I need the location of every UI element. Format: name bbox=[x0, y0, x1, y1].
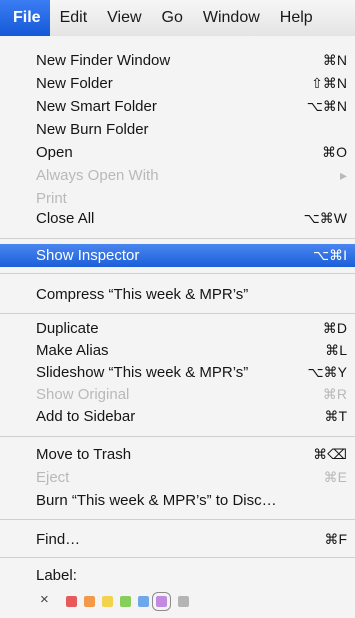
menu-item-shortcut: ⌘R bbox=[322, 386, 347, 402]
menu-item-new-smart-folder[interactable]: New Smart Folder ⌥⌘N bbox=[0, 95, 355, 118]
menu-item-shortcut: ⌘D bbox=[322, 320, 347, 336]
menu-item-label: New Burn Folder bbox=[36, 121, 149, 138]
menu-item-label: Add to Sidebar bbox=[36, 408, 136, 425]
menu-item-shortcut: ⌥⌘W bbox=[303, 210, 347, 226]
menu-item-shortcut: ⌘F bbox=[324, 531, 347, 547]
menu-item-new-folder[interactable]: New Folder ⇧⌘N bbox=[0, 72, 355, 95]
menu-go[interactable]: Go bbox=[152, 0, 193, 36]
menu-file[interactable]: File bbox=[0, 0, 50, 36]
menu-item-label: New Smart Folder bbox=[36, 98, 157, 115]
menu-help[interactable]: Help bbox=[270, 0, 323, 36]
file-menu-dropdown: New Finder Window ⌘N New Folder ⇧⌘N New … bbox=[0, 36, 355, 618]
menu-item-label: Show Inspector bbox=[36, 247, 140, 264]
menu-item-label: New Finder Window bbox=[36, 52, 171, 69]
menu-item-show-original: Show Original ⌘R bbox=[0, 383, 355, 406]
menu-item-open[interactable]: Open ⌘O bbox=[0, 141, 355, 164]
menu-item-label-header: Label: bbox=[0, 564, 355, 587]
menu-item-shortcut: ⌘N bbox=[322, 52, 347, 68]
menu-item-label: Compress “This week & MPR’s” bbox=[36, 286, 249, 303]
menu-item-make-alias[interactable]: Make Alias ⌘L bbox=[0, 339, 355, 362]
label-swatch-red[interactable] bbox=[66, 596, 77, 607]
label-swatch-blue[interactable] bbox=[138, 596, 149, 607]
menu-item-label: Make Alias bbox=[36, 342, 109, 359]
menu-item-shortcut: ⌥⌘N bbox=[306, 98, 347, 114]
submenu-arrow-icon: ▸ bbox=[339, 167, 347, 183]
label-swatch-yellow[interactable] bbox=[102, 596, 113, 607]
menu-item-shortcut: ⌘O bbox=[322, 144, 347, 160]
menu-item-label: Close All bbox=[36, 210, 95, 227]
label-swatch-orange[interactable] bbox=[84, 596, 95, 607]
menu-separator bbox=[0, 557, 355, 558]
menu-item-close-all[interactable]: Close All ⌥⌘W bbox=[0, 207, 355, 230]
menu-separator bbox=[0, 436, 355, 437]
menu-item-shortcut: ⌘T bbox=[324, 408, 347, 424]
label-swatch-green[interactable] bbox=[120, 596, 131, 607]
menu-item-find[interactable]: Find… ⌘F bbox=[0, 528, 355, 551]
menu-item-label: Always Open With bbox=[36, 167, 159, 184]
menu-item-label: Show Original bbox=[36, 386, 130, 403]
label-clear-icon[interactable]: × bbox=[40, 591, 49, 608]
menu-item-always-open-with: Always Open With ▸ bbox=[0, 164, 355, 187]
menu-item-shortcut: ⇧⌘N bbox=[311, 75, 347, 91]
menu-window[interactable]: Window bbox=[193, 0, 270, 36]
menu-item-label: New Folder bbox=[36, 75, 113, 92]
label-swatch-purple[interactable] bbox=[152, 592, 171, 611]
menu-item-eject: Eject ⌘E bbox=[0, 466, 355, 489]
menu-item-slideshow[interactable]: Slideshow “This week & MPR’s” ⌥⌘Y bbox=[0, 361, 355, 384]
menu-view[interactable]: View bbox=[97, 0, 151, 36]
menu-item-move-to-trash[interactable]: Move to Trash ⌘⌫ bbox=[0, 443, 355, 466]
menu-item-label: Find… bbox=[36, 531, 81, 548]
menu-item-label: Eject bbox=[36, 469, 70, 486]
menu-item-new-finder-window[interactable]: New Finder Window ⌘N bbox=[0, 49, 355, 72]
menu-item-shortcut: ⌘⌫ bbox=[313, 446, 347, 462]
menu-item-burn-to-disc[interactable]: Burn “This week & MPR’s” to Disc… bbox=[0, 489, 355, 512]
menu-item-show-inspector[interactable]: Show Inspector ⌥⌘I bbox=[0, 244, 355, 267]
menu-item-label: Open bbox=[36, 144, 73, 161]
menu-item-compress[interactable]: Compress “This week & MPR’s” bbox=[0, 283, 355, 306]
menu-separator bbox=[0, 238, 355, 239]
menu-separator bbox=[0, 519, 355, 520]
menu-bar: File Edit View Go Window Help bbox=[0, 0, 355, 37]
label-heading: Label: bbox=[36, 567, 77, 584]
menu-item-label: Duplicate bbox=[36, 320, 99, 337]
menu-item-new-burn-folder[interactable]: New Burn Folder bbox=[0, 118, 355, 141]
menu-separator bbox=[0, 313, 355, 314]
menu-item-shortcut: ⌘E bbox=[323, 469, 347, 485]
menu-item-label: Burn “This week & MPR’s” to Disc… bbox=[36, 492, 277, 509]
label-swatch-gray[interactable] bbox=[178, 596, 189, 607]
menu-item-label: Slideshow “This week & MPR’s” bbox=[36, 364, 249, 381]
menu-item-shortcut: ⌥⌘I bbox=[312, 247, 347, 263]
menu-item-add-to-sidebar[interactable]: Add to Sidebar ⌘T bbox=[0, 405, 355, 428]
menu-item-duplicate[interactable]: Duplicate ⌘D bbox=[0, 317, 355, 340]
menu-item-label: Move to Trash bbox=[36, 446, 132, 463]
menu-separator bbox=[0, 273, 355, 274]
menu-item-shortcut: ⌘L bbox=[325, 342, 347, 358]
menu-item-shortcut: ⌥⌘Y bbox=[307, 364, 347, 380]
menu-edit[interactable]: Edit bbox=[50, 0, 98, 36]
